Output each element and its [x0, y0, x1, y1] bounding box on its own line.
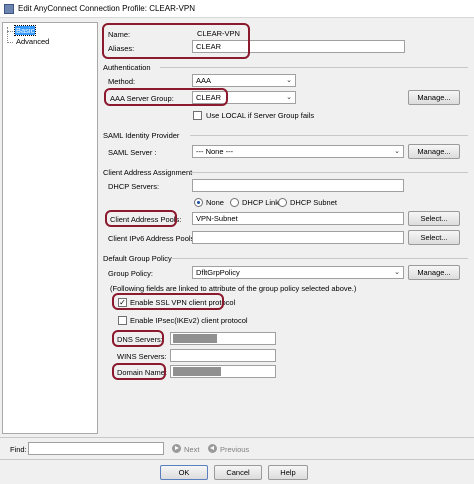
next-label[interactable]: Next — [184, 445, 199, 454]
find-input[interactable] — [28, 442, 164, 455]
chevron-down-icon: ⌄ — [394, 148, 400, 155]
aaa-manage-button[interactable]: Manage... — [408, 90, 460, 105]
use-local-label: Use LOCAL if Server Group fails — [206, 111, 315, 120]
highlight-dns-servers — [112, 330, 164, 347]
tree-item-advanced[interactable]: Advanced — [16, 37, 49, 46]
chevron-down-icon: ⌄ — [394, 269, 400, 276]
navigation-tree: Basic Advanced — [2, 22, 98, 434]
ok-button[interactable]: OK — [160, 465, 208, 480]
wins-servers-label: WINS Servers: — [117, 352, 167, 361]
section-authentication: Authentication — [103, 63, 151, 72]
highlight-client-address-pools — [105, 210, 177, 227]
help-button[interactable]: Help — [268, 465, 308, 480]
previous-icon[interactable] — [208, 444, 217, 453]
ipsec-label: Enable IPsec(IKEv2) client protocol — [130, 316, 248, 325]
cancel-button[interactable]: Cancel — [214, 465, 262, 480]
highlight-aaa-server-group — [104, 88, 228, 106]
chevron-down-icon: ⌄ — [286, 77, 292, 84]
client-address-pools-field[interactable]: VPN-Subnet — [192, 212, 404, 225]
window-title: Edit AnyConnect Connection Profile: CLEA… — [18, 4, 195, 13]
highlight-ssl-vpn — [112, 293, 224, 310]
client-ipv6-pools-label: Client IPv6 Address Pools: — [108, 234, 197, 243]
find-label: Find: — [10, 445, 27, 454]
saml-manage-button[interactable]: Manage... — [408, 144, 460, 159]
section-saml: SAML Identity Provider — [103, 131, 180, 140]
previous-label[interactable]: Previous — [220, 445, 249, 454]
saml-server-label: SAML Server : — [108, 148, 157, 157]
method-select[interactable]: AAA ⌄ — [192, 74, 296, 87]
radio-none-label: None — [206, 198, 224, 207]
title-bar: Edit AnyConnect Connection Profile: CLEA… — [0, 0, 474, 18]
group-policy-label: Group Policy: — [108, 269, 154, 278]
method-label: Method: — [108, 77, 136, 86]
wins-servers-field[interactable] — [170, 349, 276, 362]
saml-server-select[interactable]: --- None --- ⌄ — [192, 145, 404, 158]
method-value: AAA — [196, 76, 212, 85]
group-policy-manage-button[interactable]: Manage... — [408, 265, 460, 280]
tree-item-basic[interactable]: Basic — [13, 25, 37, 36]
dhcp-servers-field[interactable] — [192, 179, 404, 192]
section-client-address: Client Address Assignment — [103, 168, 193, 177]
saml-server-value: --- None --- — [196, 147, 234, 156]
chevron-down-icon: ⌄ — [286, 94, 292, 101]
radio-dhcp-link[interactable] — [230, 198, 239, 207]
app-icon — [4, 4, 14, 14]
group-policy-select[interactable]: DfltGrpPolicy ⌄ — [192, 266, 404, 279]
pools-select-button[interactable]: Select... — [408, 211, 460, 226]
radio-dhcp-link-label: DHCP Link — [242, 198, 279, 207]
radio-dhcp-subnet-label: DHCP Subnet — [290, 198, 337, 207]
linked-fields-note: (Following fields are linked to attribut… — [110, 284, 357, 293]
radio-dhcp-subnet[interactable] — [278, 198, 287, 207]
highlight-name-aliases — [102, 23, 250, 59]
section-default-group-policy: Default Group Policy — [103, 254, 172, 263]
group-policy-value: DfltGrpPolicy — [196, 268, 240, 277]
dhcp-servers-label: DHCP Servers: — [108, 182, 160, 191]
highlight-domain-name — [112, 363, 166, 380]
ipv6-select-button[interactable]: Select... — [408, 230, 460, 245]
dns-servers-redacted — [173, 334, 217, 343]
client-ipv6-pools-field[interactable] — [192, 231, 404, 244]
radio-none[interactable] — [194, 198, 203, 207]
domain-name-redacted — [173, 367, 221, 376]
tree-item-basic-label: Basic — [13, 25, 37, 36]
next-icon[interactable] — [172, 444, 181, 453]
use-local-checkbox[interactable] — [193, 111, 202, 120]
ipsec-checkbox[interactable] — [118, 316, 127, 325]
tree-item-advanced-label: Advanced — [16, 37, 50, 46]
